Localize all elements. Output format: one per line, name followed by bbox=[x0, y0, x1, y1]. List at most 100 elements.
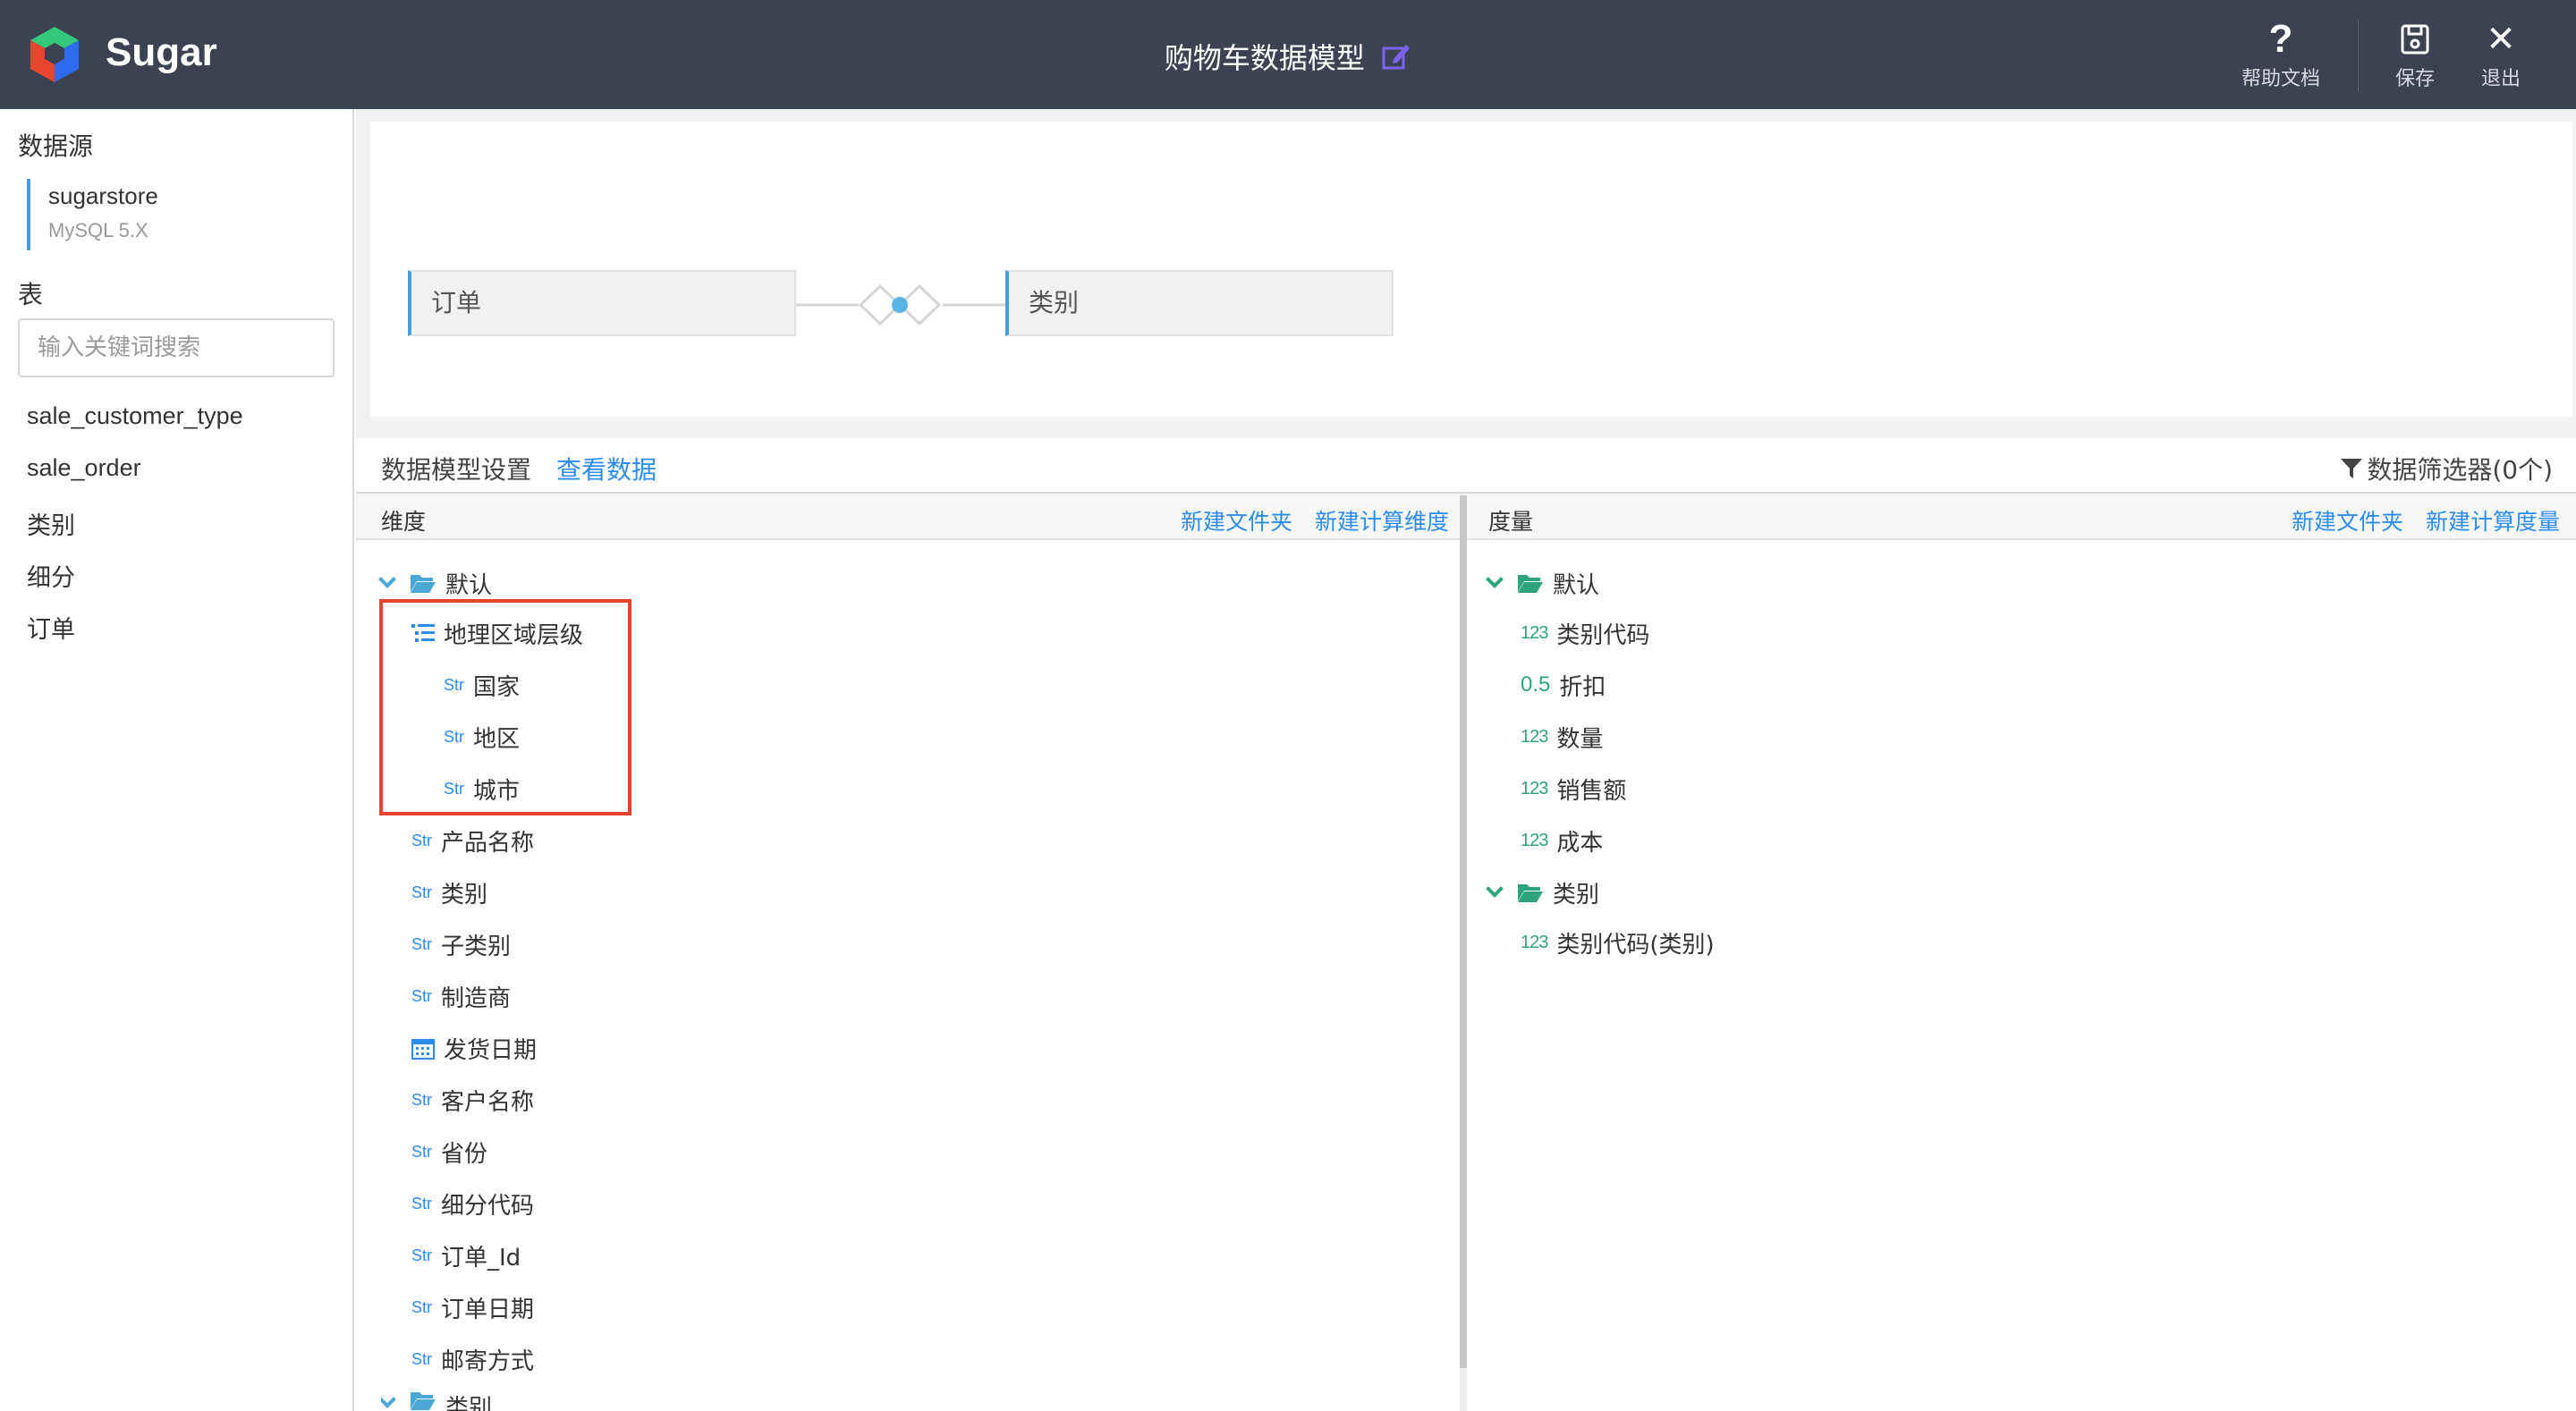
folder-open-icon bbox=[1518, 575, 1543, 593]
question-icon: ? bbox=[2268, 17, 2293, 61]
chevron-down-icon[interactable] bbox=[378, 570, 396, 588]
field-label: 制造商 bbox=[441, 984, 512, 1012]
save-label: 保存 bbox=[2394, 68, 2435, 90]
field-label: 产品名称 bbox=[441, 829, 535, 857]
string-type-icon: Str bbox=[411, 1297, 433, 1316]
table-title: 表 bbox=[18, 280, 44, 309]
dimension-item[interactable]: Str 类别 bbox=[411, 874, 487, 910]
new-calc-dimension-button[interactable]: 新建计算维度 bbox=[1315, 504, 1449, 537]
filter-label: 数据筛选器(0个) bbox=[2367, 455, 2553, 485]
measures-panel: 度量 新建文件夹 新建计算度量 默认 123 类别代码 0.5 折扣 123 数量 1… bbox=[1467, 495, 2576, 1411]
datasource-title: 数据源 bbox=[18, 131, 94, 161]
folder-category[interactable]: 类别 bbox=[1486, 874, 1600, 910]
dimension-item[interactable]: Str 子类别 bbox=[411, 926, 511, 962]
field-label: 折扣 bbox=[1559, 673, 1606, 701]
measure-item[interactable]: 123 销售额 bbox=[1521, 771, 1626, 807]
field-label: 类别 bbox=[441, 881, 488, 908]
field-label: 数量 bbox=[1556, 725, 1604, 753]
field-label: 成本 bbox=[1556, 829, 1604, 857]
measures-header: 度量 新建文件夹 新建计算度量 bbox=[1467, 495, 2576, 540]
folder-label: 默认 bbox=[1553, 571, 1600, 599]
save-icon bbox=[2401, 24, 2429, 55]
header-separator bbox=[2358, 20, 2359, 91]
field-label: 类别代码 bbox=[1556, 621, 1650, 649]
measure-item[interactable]: 123 数量 bbox=[1521, 719, 1603, 755]
folder-open-icon bbox=[411, 1392, 436, 1410]
folder-default[interactable]: 默认 bbox=[1486, 565, 1600, 601]
table-item[interactable]: 类别 bbox=[27, 506, 75, 541]
edit-icon[interactable] bbox=[1381, 41, 1411, 72]
table-item[interactable]: sale_order bbox=[27, 454, 141, 482]
dimension-item[interactable]: Str 产品名称 bbox=[411, 823, 534, 858]
dimension-item[interactable]: Str 订单日期 bbox=[411, 1289, 534, 1325]
chevron-down-icon[interactable] bbox=[1486, 570, 1504, 588]
folder-label: 默认 bbox=[445, 571, 493, 599]
folder-label: 类别 bbox=[1553, 881, 1600, 908]
help-button[interactable]: ? 帮助文档 bbox=[2236, 17, 2326, 91]
field-label: 邮寄方式 bbox=[441, 1348, 535, 1375]
number-type-icon: 123 bbox=[1521, 830, 1548, 850]
tab-model-settings[interactable]: 数据模型设置 bbox=[381, 451, 531, 486]
measure-item[interactable]: 0.5 折扣 bbox=[1521, 667, 1606, 703]
field-label: 发货日期 bbox=[444, 1036, 538, 1064]
table-search-input[interactable] bbox=[18, 318, 335, 377]
scrollbar-track bbox=[1460, 1368, 1467, 1411]
model-title: 购物车数据模型 bbox=[0, 36, 2576, 77]
datasource-type: MySQL 5.X bbox=[48, 219, 148, 241]
exit-button[interactable]: ✕ 退出 bbox=[2465, 19, 2537, 91]
help-label: 帮助文档 bbox=[2241, 68, 2320, 90]
field-label: 订单_Id bbox=[441, 1244, 521, 1272]
folder-label: 类别 bbox=[445, 1395, 493, 1411]
dimension-item[interactable]: Str 制造商 bbox=[411, 978, 511, 1014]
table-node-orders[interactable]: 订单 bbox=[408, 270, 796, 336]
string-type-icon: Str bbox=[411, 1246, 433, 1264]
exit-label: 退出 bbox=[2480, 68, 2521, 90]
table-item[interactable]: sale_customer_type bbox=[27, 402, 243, 430]
new-calc-measure-button[interactable]: 新建计算度量 bbox=[2426, 504, 2560, 537]
dimension-item[interactable]: Str 客户名称 bbox=[411, 1082, 534, 1118]
decimal-type-icon: 0.5 bbox=[1521, 672, 1551, 697]
tab-view-data[interactable]: 查看数据 bbox=[556, 451, 657, 486]
model-canvas[interactable]: 订单 类别 bbox=[370, 122, 2572, 417]
panel-splitter[interactable] bbox=[1460, 495, 1467, 1368]
datasource-item[interactable]: sugarstore MySQL 5.X bbox=[27, 179, 331, 250]
dimension-item[interactable]: Str 邮寄方式 bbox=[411, 1341, 534, 1377]
sidebar: 数据源 sugarstore MySQL 5.X 表 sale_customer… bbox=[0, 109, 354, 1411]
table-node-category[interactable]: 类别 bbox=[1005, 270, 1394, 336]
measure-item[interactable]: 123 类别代码 bbox=[1521, 615, 1649, 651]
new-folder-button[interactable]: 新建文件夹 bbox=[2292, 504, 2403, 537]
datasource-name: sugarstore bbox=[48, 182, 158, 209]
measure-item[interactable]: 123 类别代码(类别) bbox=[1521, 925, 1715, 960]
dimensions-title: 维度 bbox=[381, 509, 427, 535]
table-item[interactable]: 细分 bbox=[27, 558, 75, 593]
highlight-annotation bbox=[379, 599, 631, 815]
table-item[interactable]: 订单 bbox=[27, 610, 75, 645]
new-folder-button[interactable]: 新建文件夹 bbox=[1181, 504, 1292, 537]
field-label: 省份 bbox=[441, 1140, 488, 1168]
chevron-down-icon[interactable] bbox=[381, 1390, 396, 1408]
dimension-item[interactable]: Str 省份 bbox=[411, 1134, 487, 1170]
folder-category[interactable]: 类别 bbox=[381, 1390, 492, 1411]
field-label: 销售额 bbox=[1556, 777, 1627, 805]
folder-open-icon bbox=[1518, 884, 1543, 902]
chevron-down-icon[interactable] bbox=[1486, 880, 1504, 898]
dimension-item[interactable]: Str 订单_Id bbox=[411, 1238, 521, 1273]
string-type-icon: Str bbox=[411, 831, 433, 849]
data-filter-button[interactable]: 数据筛选器(0个) bbox=[2340, 451, 2553, 486]
save-button[interactable]: 保存 bbox=[2379, 20, 2451, 91]
dimensions-header: 维度 新建文件夹 新建计算维度 bbox=[356, 495, 1462, 540]
string-type-icon: Str bbox=[411, 1194, 433, 1212]
dimension-item[interactable]: 发货日期 bbox=[411, 1030, 537, 1066]
folder-default[interactable]: 默认 bbox=[378, 565, 493, 601]
measure-item[interactable]: 123 成本 bbox=[1521, 823, 1603, 858]
field-label: 类别代码(类别) bbox=[1556, 931, 1715, 959]
field-label: 订单日期 bbox=[441, 1296, 535, 1323]
measures-title: 度量 bbox=[1488, 509, 1534, 535]
dimension-item[interactable]: Str 细分代码 bbox=[411, 1186, 534, 1221]
app-header: Sugar 购物车数据模型 ? 帮助文档 保存 ✕ 退出 bbox=[0, 0, 2576, 109]
join-connector[interactable] bbox=[796, 277, 1005, 333]
field-label: 子类别 bbox=[441, 933, 512, 960]
settings-bar: 数据模型设置 查看数据 数据筛选器(0个) bbox=[356, 438, 2576, 494]
field-label: 客户名称 bbox=[441, 1088, 535, 1116]
string-type-icon: Str bbox=[411, 1142, 433, 1161]
